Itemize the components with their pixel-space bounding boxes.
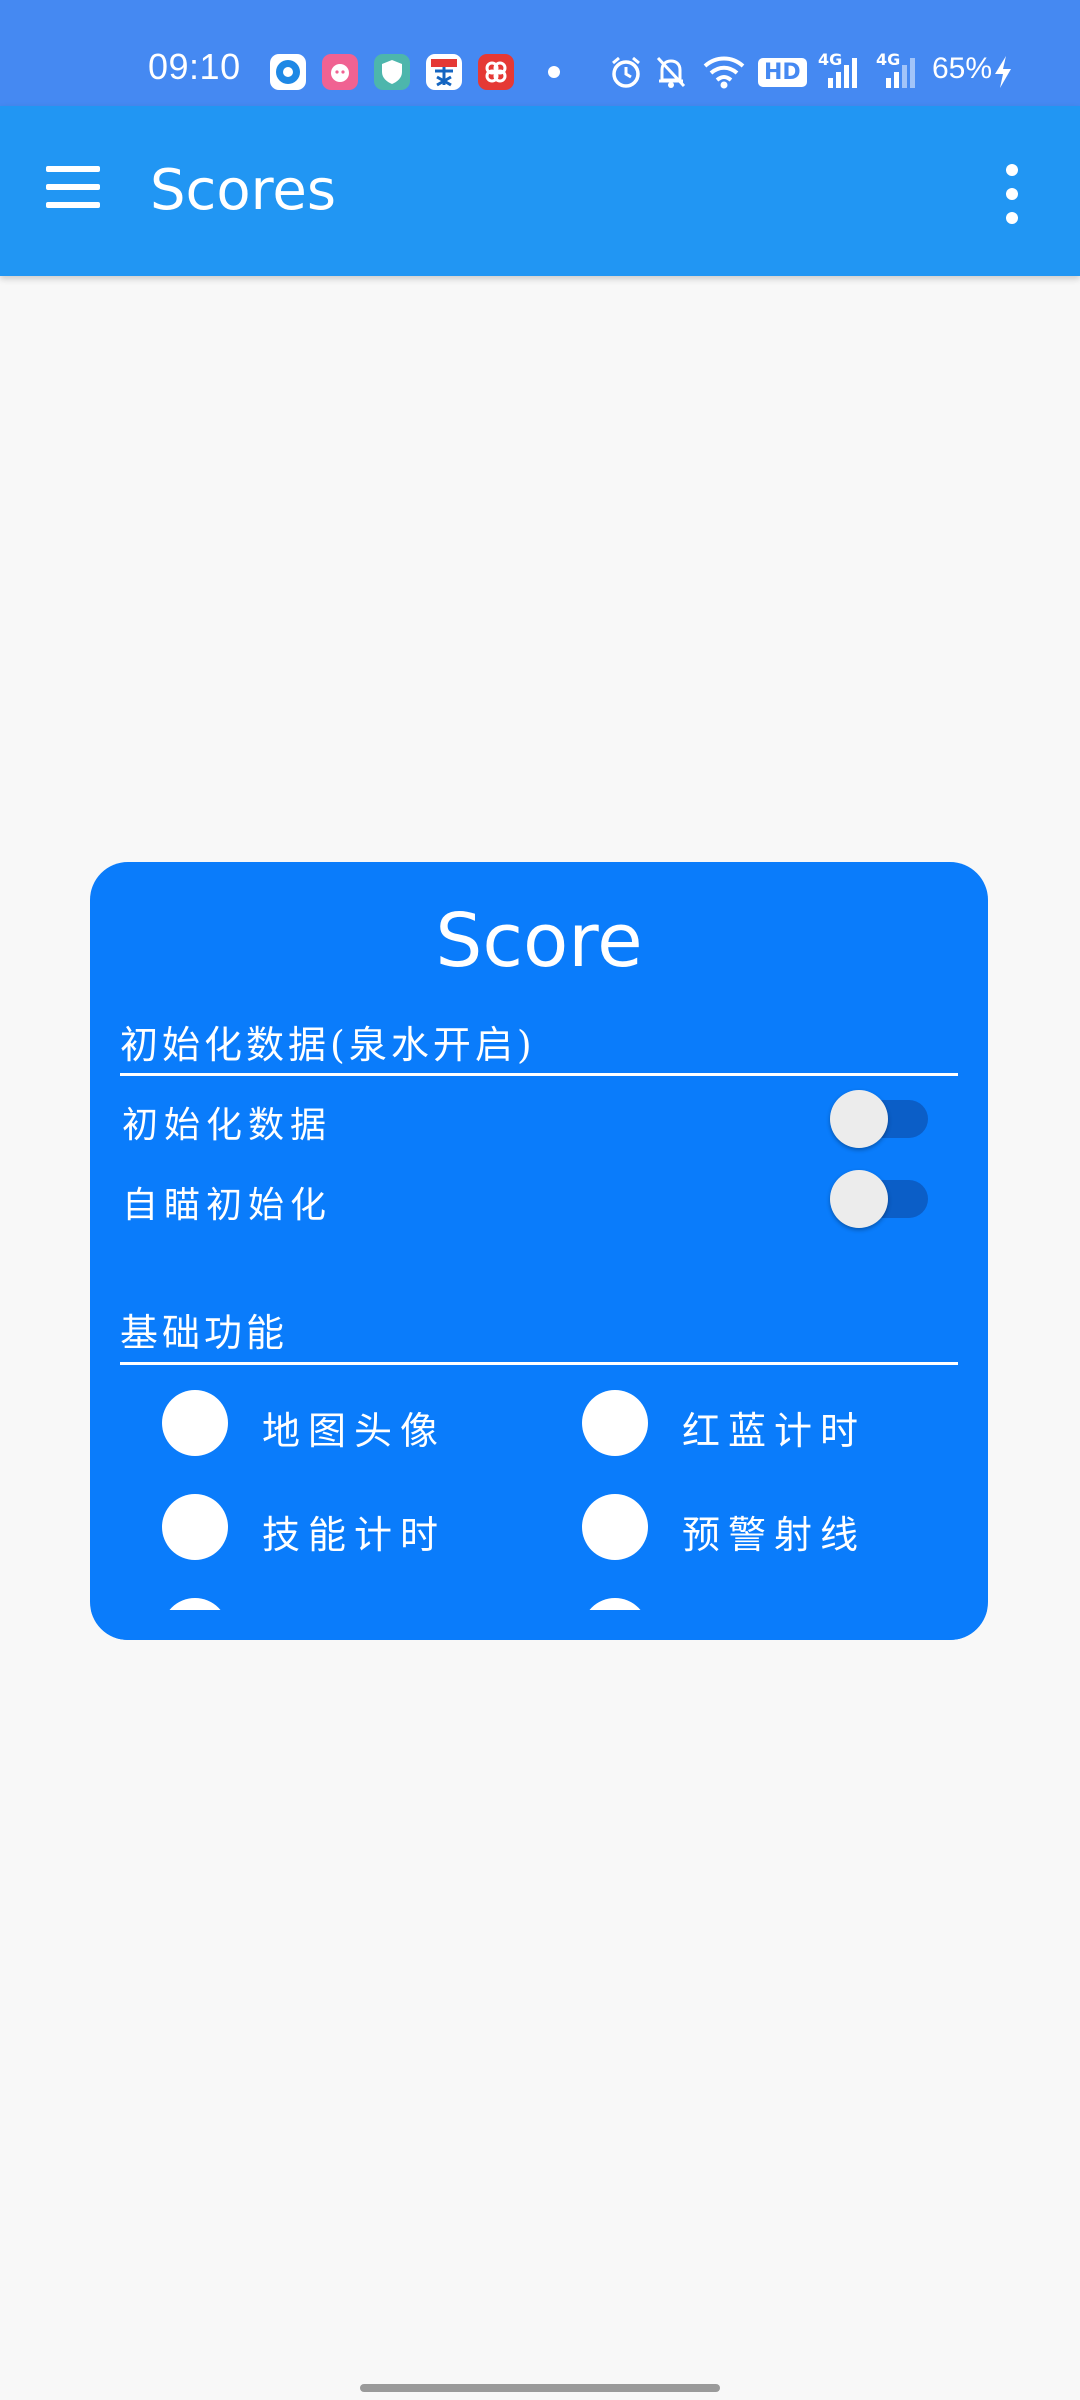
aim-init-switch[interactable] xyxy=(830,1170,930,1228)
battery-percent: 65% xyxy=(932,52,993,85)
more-options-button[interactable] xyxy=(992,162,1032,226)
red-blue-timer-radio[interactable] xyxy=(582,1390,648,1456)
warning-ray-radio[interactable] xyxy=(582,1494,648,1560)
menu-icon xyxy=(46,166,100,172)
map-avatar-label[interactable]: 地图头像 xyxy=(262,1400,446,1455)
section-divider xyxy=(120,1362,958,1365)
app-bar: Scores xyxy=(0,106,1080,276)
scroll-clip xyxy=(90,1610,988,1640)
status-bar: 09:10 HD 4G 4G 65% xyxy=(0,0,1080,106)
signal-4g-icon-2: 4G xyxy=(876,50,920,92)
mai-app-icon xyxy=(426,54,462,90)
more-vert-icon xyxy=(1006,164,1018,176)
gesture-nav-handle[interactable] xyxy=(360,2384,720,2392)
init-data-switch[interactable] xyxy=(830,1090,930,1148)
map-avatar-radio[interactable] xyxy=(162,1390,228,1456)
init-data-label: 初始化数据 xyxy=(122,1105,333,1146)
circle-app-icon xyxy=(270,54,306,90)
pig-app-icon xyxy=(322,54,358,90)
section-divider xyxy=(120,1073,958,1076)
dialog-title: Score xyxy=(435,898,643,984)
hd-icon: HD xyxy=(758,52,807,92)
alarm-icon xyxy=(608,52,644,92)
signal-4g-icon: 4G xyxy=(818,50,862,92)
section-header-init: 初始化数据(泉水开启) xyxy=(120,1023,536,1067)
mute-bell-icon xyxy=(654,52,688,92)
pinduoduo-app-icon xyxy=(478,54,514,90)
app-bar-title: Scores xyxy=(150,158,337,223)
red-blue-timer-label[interactable]: 红蓝计时 xyxy=(682,1400,866,1455)
aim-init-label: 自瞄初始化 xyxy=(122,1185,333,1226)
section-header-basic: 基础功能 xyxy=(120,1311,289,1355)
notification-dot-icon xyxy=(548,66,560,78)
score-dialog: Score 初始化数据(泉水开启) 初始化数据 自瞄初始化 基础功能 地图头像 … xyxy=(90,862,988,1640)
wifi-icon xyxy=(702,52,746,92)
warning-ray-label[interactable]: 预警射线 xyxy=(682,1504,866,1559)
switch-thumb xyxy=(830,1170,888,1228)
status-time: 09:10 xyxy=(148,46,241,87)
menu-button[interactable] xyxy=(40,158,108,226)
shield-app-icon xyxy=(374,54,410,90)
skill-timer-label[interactable]: 技能计时 xyxy=(262,1504,446,1559)
screen: 09:10 HD 4G 4G 65% Scores Score 初始化数据(泉水… xyxy=(0,0,1080,2400)
charging-icon xyxy=(992,52,1014,92)
skill-timer-radio[interactable] xyxy=(162,1494,228,1560)
switch-thumb xyxy=(830,1090,888,1148)
